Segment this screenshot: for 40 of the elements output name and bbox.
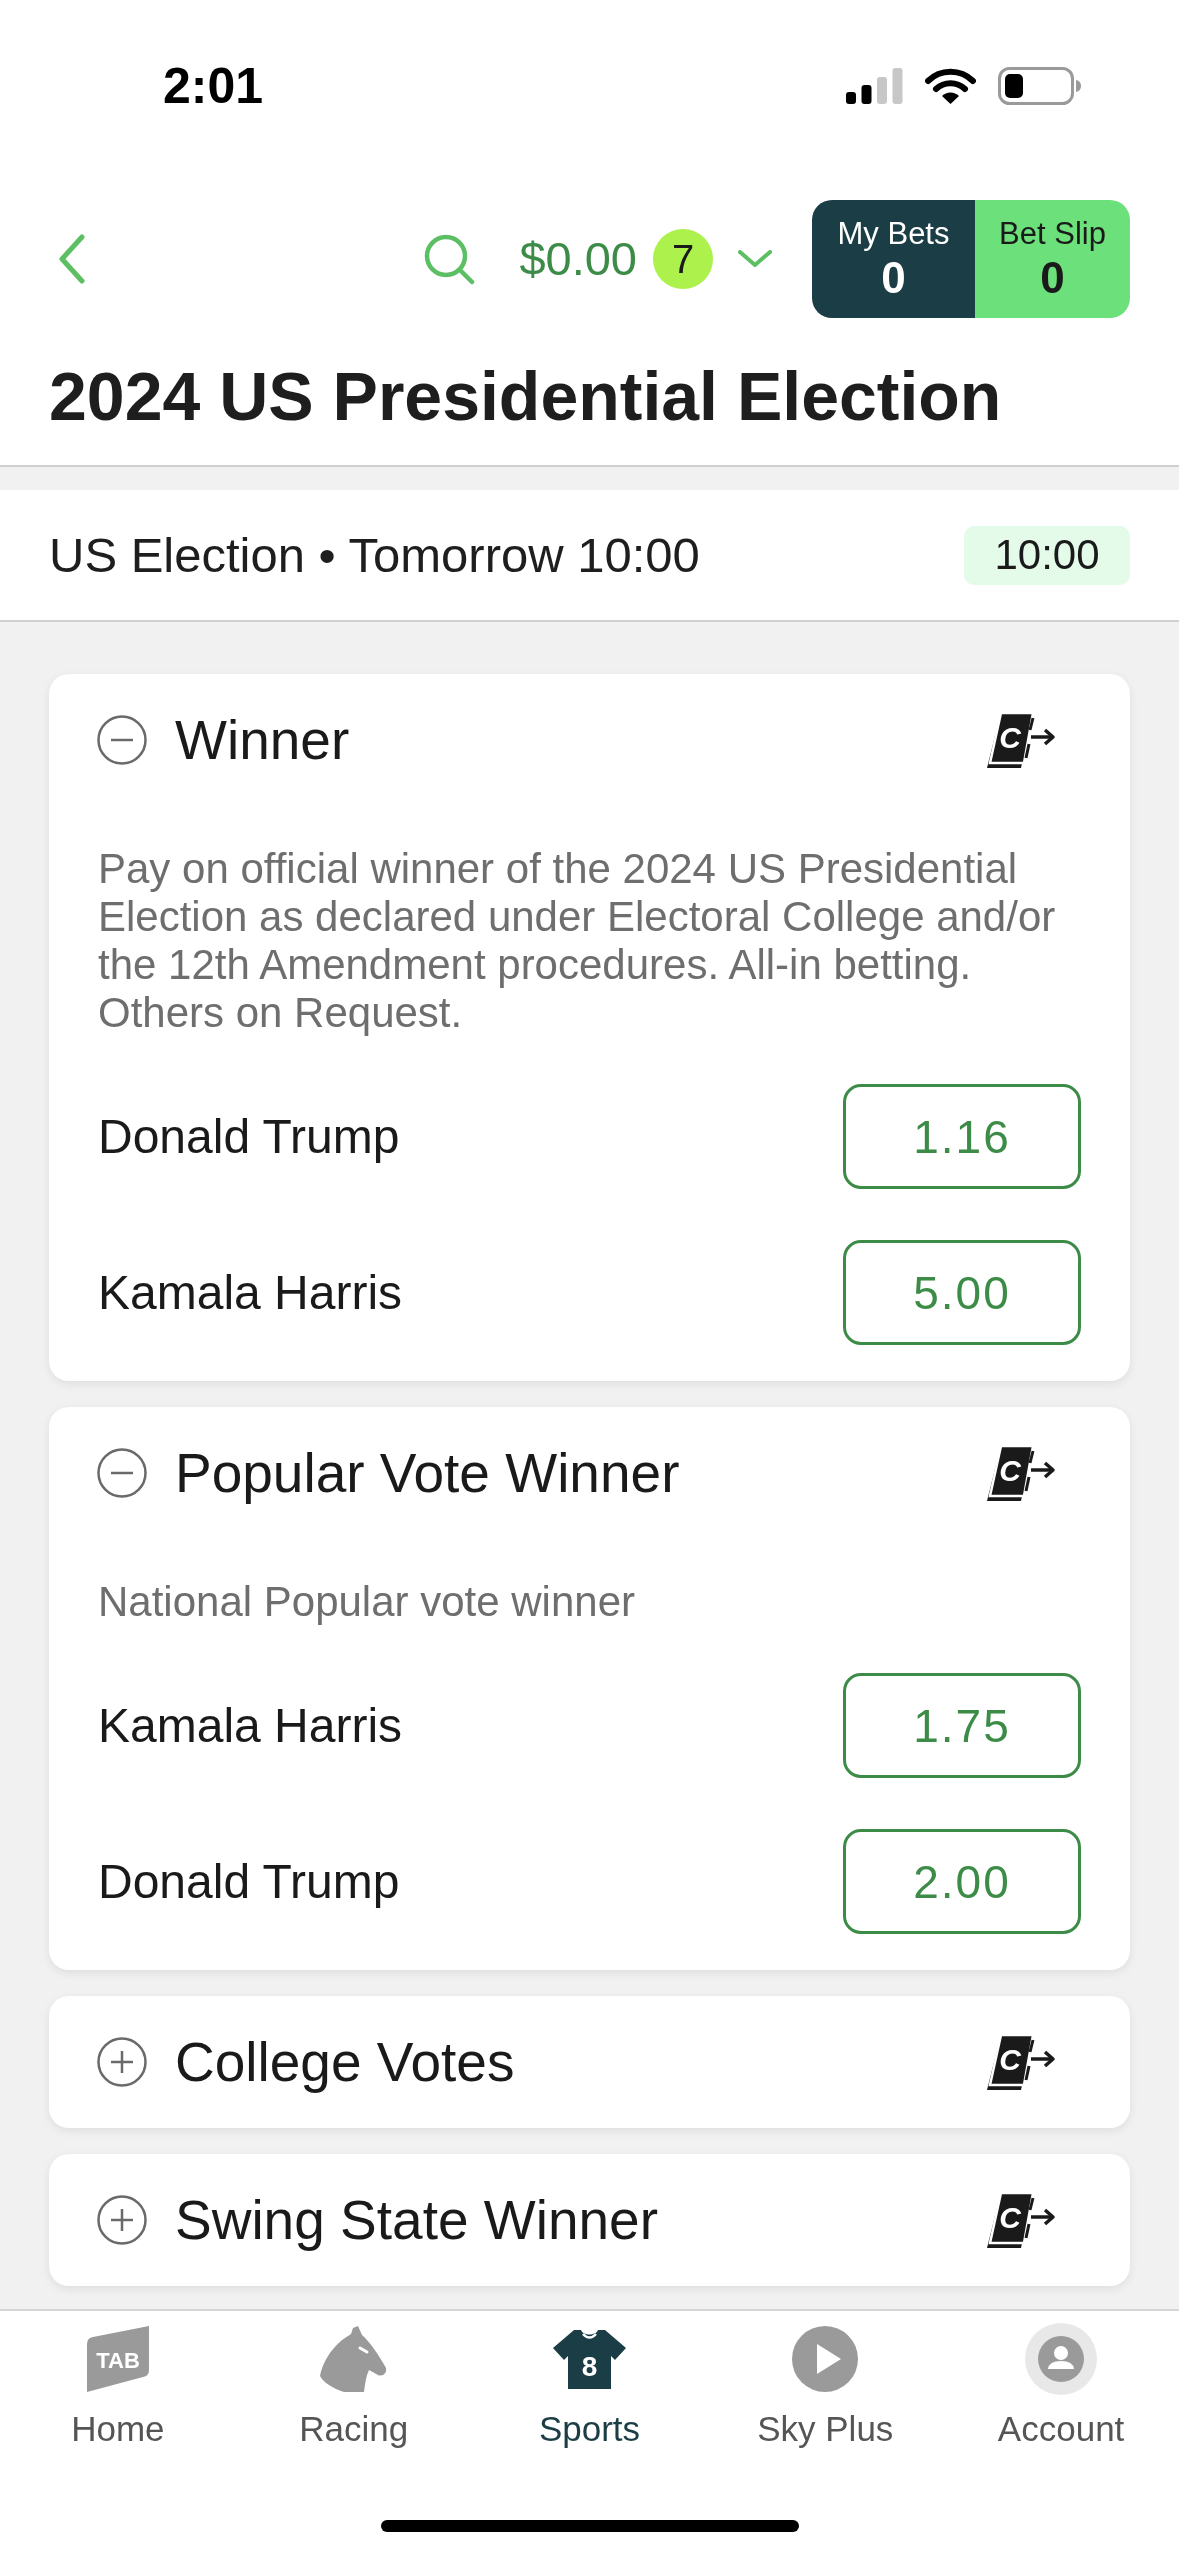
search-icon <box>423 233 476 285</box>
back-button[interactable] <box>58 234 86 284</box>
horse-head-icon <box>320 2326 388 2392</box>
signal-icon <box>846 68 903 104</box>
play-circle-icon <box>792 2326 859 2392</box>
selection-name: Kamala Harris <box>98 1265 403 1320</box>
time-badge: 10:00 <box>964 525 1130 585</box>
search-button[interactable] <box>423 233 476 285</box>
selection-name: Kamala Harris <box>98 1698 403 1753</box>
selection-name: Donald Trump <box>98 1854 400 1909</box>
selection-name: Donald Trump <box>98 1109 400 1164</box>
event-info: US Election • Tomorrow 10:00 <box>49 527 700 583</box>
market-header-toggle[interactable]: Winner <box>97 707 350 773</box>
market-description: National Popular vote winner <box>98 1578 636 1626</box>
bet-slip-button[interactable]: Bet Slip 0 <box>975 200 1130 318</box>
status-time: 2:01 <box>163 57 264 116</box>
my-bets-button[interactable]: My Bets 0 <box>812 200 975 318</box>
market-description: Pay on official winner of the 2024 US Presidential Election as declared under Electoral College and/or the 12th Amendment procedures. All-in betting. Others on Request. <box>98 845 1057 1037</box>
tab-bar-item[interactable]: TAB Home <box>0 2323 236 2449</box>
market-header-toggle[interactable]: Swing State Winner <box>97 2187 658 2253</box>
balance-button[interactable]: $0.00 <box>519 231 637 287</box>
account-icon <box>1025 2323 1098 2395</box>
tab-bar-item[interactable]: Racing <box>235 2323 472 2449</box>
market-header-toggle[interactable]: Popular Vote Winner <box>97 1440 680 1506</box>
odds-button[interactable]: 1.75 <box>843 1673 1081 1778</box>
tab-bar-item[interactable]: 8 Sports <box>471 2323 708 2449</box>
wifi-icon <box>925 67 976 105</box>
odds-button[interactable]: 2.00 <box>843 1829 1081 1934</box>
jersey-icon: 8 <box>553 2329 626 2389</box>
count-badge: 7 <box>653 229 713 289</box>
battery-icon <box>998 67 1081 105</box>
balance-dropdown-button[interactable] <box>738 250 772 268</box>
market-header-toggle[interactable]: College Votes <box>97 2029 515 2095</box>
chevron-down-icon <box>738 250 772 268</box>
chevron-left-icon <box>58 234 86 284</box>
tab-bar-item[interactable]: Account <box>943 2323 1179 2449</box>
tab-bar-item[interactable]: Sky Plus <box>707 2323 944 2449</box>
odds-button[interactable]: 1.16 <box>843 1084 1081 1189</box>
logo: TAB <box>84 2326 151 2392</box>
odds-button[interactable]: 5.00 <box>843 1240 1081 1345</box>
